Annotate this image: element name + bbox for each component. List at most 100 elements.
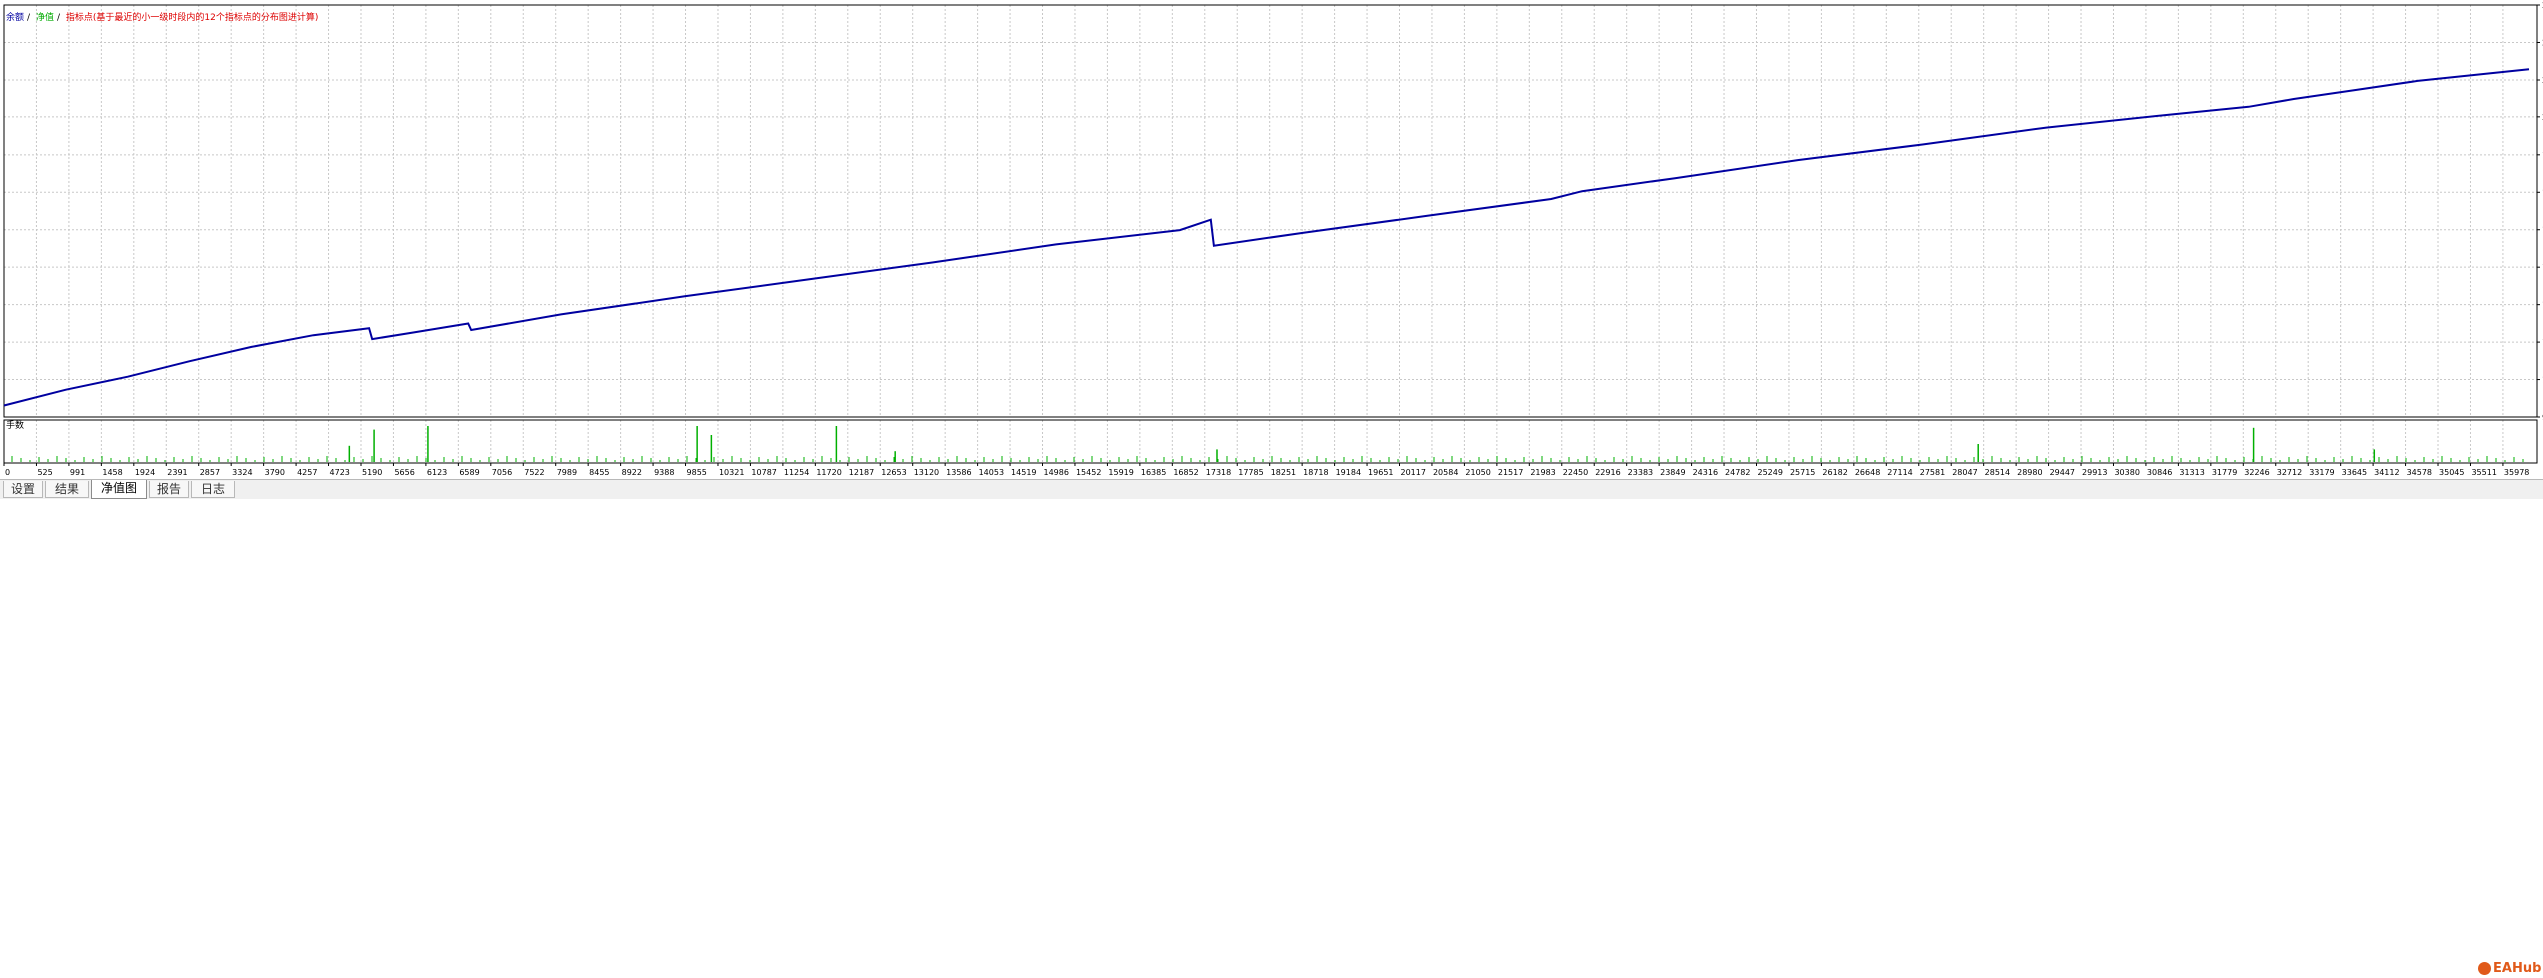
x-tick-label: 16852 xyxy=(1173,468,1198,477)
x-tick-label: 18251 xyxy=(1271,468,1296,477)
x-tick-label: 34112 xyxy=(2374,468,2399,477)
x-tick-label: 6123 xyxy=(427,468,447,477)
x-tick-label: 27581 xyxy=(1920,468,1945,477)
x-tick-label: 525 xyxy=(37,468,52,477)
legend-points: 指标点(基于最近的小一级时段内的12个指标点的分布图进计算) xyxy=(65,13,319,23)
eahub-watermark: EAHub xyxy=(2478,960,2541,978)
x-tick-label: 2857 xyxy=(200,468,220,477)
grid-lines xyxy=(4,4,2537,463)
x-tick-label: 13120 xyxy=(914,468,939,477)
x-tick-label: 28514 xyxy=(1985,468,2010,477)
tab-equity-graph[interactable]: 净值图 xyxy=(91,480,147,499)
x-tick-label: 1458 xyxy=(102,468,122,477)
x-tick-label: 14519 xyxy=(1011,468,1036,477)
x-tick-label: 3324 xyxy=(232,468,252,477)
lots-subwindow-label: 手数 xyxy=(6,421,25,431)
x-tick-label: 7056 xyxy=(492,468,512,477)
x-tick-label: 21517 xyxy=(1498,468,1523,477)
x-tick-label: 21983 xyxy=(1530,468,1555,477)
x-tick-label: 25715 xyxy=(1790,468,1815,477)
strategy-tester-graph: 2517423730222842086419401179571651415071… xyxy=(0,0,2543,479)
x-tick-label: 33645 xyxy=(2342,468,2367,477)
x-tick-label: 11254 xyxy=(784,468,809,477)
x-tick-label: 35045 xyxy=(2439,468,2464,477)
x-tick-label: 32246 xyxy=(2244,468,2269,477)
x-tick-label: 21050 xyxy=(1465,468,1490,477)
x-tick-label: 19651 xyxy=(1368,468,1393,477)
x-tick-label: 13586 xyxy=(946,468,971,477)
x-tick-label: 26182 xyxy=(1822,468,1847,477)
watermark-text: EAHub xyxy=(2493,961,2542,976)
x-tick-label: 4257 xyxy=(297,468,317,477)
x-axis-ticks: 0 525 991 1458 1924 2391 2857 3324 3790 4257 4723 5… xyxy=(3,463,2529,477)
x-tick-label: 6589 xyxy=(459,468,479,477)
x-tick-label: 31779 xyxy=(2212,468,2237,477)
x-tick-label: 3790 xyxy=(265,468,285,477)
x-tick-label: 0 xyxy=(5,468,10,477)
x-tick-label: 22916 xyxy=(1595,468,1620,477)
x-tick-label: 12187 xyxy=(849,468,874,477)
x-tick-label: 34578 xyxy=(2407,468,2432,477)
sub-plot-frame xyxy=(3,419,2538,464)
tab-results[interactable]: 结果 xyxy=(45,481,89,498)
x-tick-label: 25249 xyxy=(1757,468,1782,477)
x-tick-label: 30380 xyxy=(2114,468,2139,477)
x-tick-label: 14053 xyxy=(979,468,1004,477)
x-tick-label: 991 xyxy=(70,468,85,477)
x-tick-label: 19184 xyxy=(1336,468,1361,477)
x-tick-label: 29447 xyxy=(2050,468,2075,477)
main-plot-frame xyxy=(3,4,2538,418)
x-tick-label: 18718 xyxy=(1303,468,1328,477)
x-tick-label: 8455 xyxy=(589,468,609,477)
balance-line xyxy=(3,68,2530,407)
tab-settings[interactable]: 设置 xyxy=(3,481,43,498)
legend-balance: 余额 xyxy=(6,13,25,23)
x-tick-label: 17318 xyxy=(1206,468,1231,477)
legend-separator: / xyxy=(56,13,60,23)
y-axis-ticks: 2517423730222842086419401179571651415071… xyxy=(2537,1,2543,422)
x-tick-label: 10321 xyxy=(719,468,744,477)
x-tick-label: 30846 xyxy=(2147,468,2172,477)
x-tick-label: 17785 xyxy=(1238,468,1263,477)
legend-separator: / xyxy=(27,13,31,23)
x-tick-label: 16385 xyxy=(1141,468,1166,477)
eahub-logo-icon xyxy=(2478,962,2491,975)
legend-equity: 净值 xyxy=(35,13,54,23)
x-tick-label: 14986 xyxy=(1044,468,1069,477)
x-tick-label: 28980 xyxy=(2017,468,2042,477)
x-tick-label: 23383 xyxy=(1628,468,1653,477)
tester-tab-bar: 设置 结果 净值图 报告 日志 EAHub xyxy=(0,479,2543,976)
x-tick-label: 15919 xyxy=(1108,468,1133,477)
x-tick-label: 9855 xyxy=(687,468,707,477)
x-tick-label: 11720 xyxy=(816,468,841,477)
tab-report[interactable]: 报告 xyxy=(149,481,189,498)
x-tick-label: 20117 xyxy=(1401,468,1426,477)
balance-series xyxy=(3,68,2530,407)
x-tick-label: 12653 xyxy=(881,468,906,477)
x-tick-label: 26648 xyxy=(1855,468,1880,477)
x-tick-label: 10787 xyxy=(751,468,776,477)
x-tick-label: 5656 xyxy=(394,468,414,477)
x-tick-label: 24782 xyxy=(1725,468,1750,477)
chart-legend: 余额 / 净值 / 指标点(基于最近的小一级时段内的12个指标点的分布图进计算) xyxy=(6,10,321,23)
x-tick-label: 33179 xyxy=(2309,468,2334,477)
x-tick-label: 1924 xyxy=(135,468,155,477)
x-tick-label: 22450 xyxy=(1563,468,1588,477)
x-tick-label: 32712 xyxy=(2277,468,2302,477)
x-tick-label: 24316 xyxy=(1693,468,1718,477)
tab-journal[interactable]: 日志 xyxy=(191,481,235,498)
x-tick-label: 5190 xyxy=(362,468,382,477)
x-tick-label: 35511 xyxy=(2471,468,2496,477)
equity-chart-svg: 2517423730222842086419401179571651415071… xyxy=(3,1,2543,477)
x-tick-label: 15452 xyxy=(1076,468,1101,477)
x-tick-label: 7989 xyxy=(557,468,577,477)
x-tick-label: 2391 xyxy=(167,468,187,477)
x-tick-label: 23849 xyxy=(1660,468,1685,477)
x-tick-label: 29913 xyxy=(2082,468,2107,477)
x-tick-label: 35978 xyxy=(2504,468,2529,477)
x-tick-label: 8922 xyxy=(622,468,642,477)
x-tick-label: 4723 xyxy=(330,468,350,477)
x-tick-label: 27114 xyxy=(1887,468,1912,477)
x-tick-label: 7522 xyxy=(524,468,544,477)
x-tick-label: 20584 xyxy=(1433,468,1458,477)
